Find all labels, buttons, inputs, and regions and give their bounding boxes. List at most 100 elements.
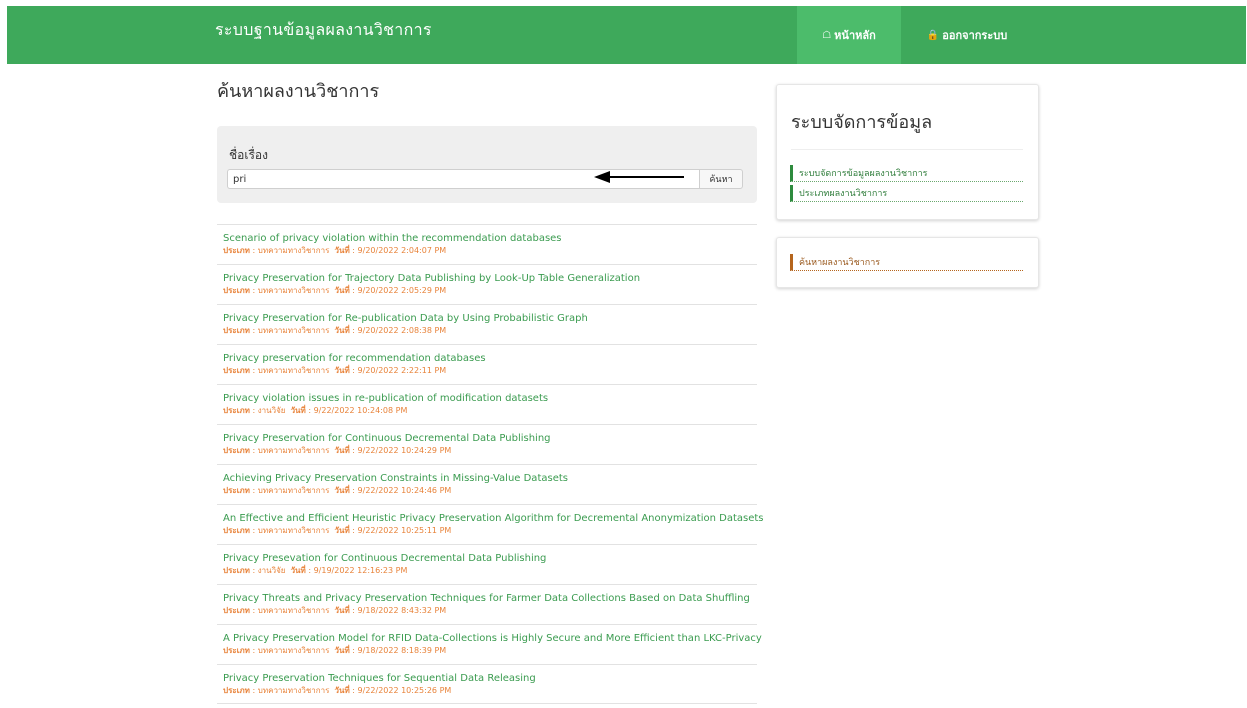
result-meta: ประเภท : บทความทางวิชาการ วันที่ : 9/20/…	[223, 326, 447, 335]
nav-home-label: หน้าหลัก	[834, 29, 876, 42]
result-meta: ประเภท : บทความทางวิชาการ วันที่ : 9/18/…	[223, 646, 447, 655]
list-item: Privacy violation issues in re-publicati…	[217, 384, 757, 424]
result-title-link[interactable]: Privacy Preservation for Continuous Decr…	[223, 432, 757, 445]
result-meta: ประเภท : บทความทางวิชาการ วันที่ : 9/20/…	[223, 246, 447, 255]
list-item: Privacy Preservation for Trajectory Data…	[217, 264, 757, 304]
result-title-link[interactable]: Privacy Preservation for Trajectory Data…	[223, 272, 757, 285]
top-navbar: ระบบฐานข้อมูลผลงานวิชาการ ☖ หน้าหลัก 🔒 อ…	[7, 6, 1246, 64]
meta-date-label: วันที่	[334, 486, 350, 495]
meta-type-value: บทความทางวิชาการ	[257, 446, 330, 455]
meta-type-label: ประเภท	[223, 526, 250, 535]
result-meta: ประเภท : บทความทางวิชาการ วันที่ : 9/22/…	[223, 446, 452, 455]
sidebar-link-work-types[interactable]: ประเภทผลงานวิชาการ	[790, 185, 1023, 202]
list-item: Privacy Presevation for Continuous Decre…	[217, 544, 757, 584]
search-link-panel: ค้นหาผลงานวิชาการ	[776, 237, 1039, 288]
meta-type-value: บทความทางวิชาการ	[257, 326, 330, 335]
meta-type-value: บทความทางวิชาการ	[257, 246, 330, 255]
result-title-link[interactable]: Privacy Preservation Techniques for Sequ…	[223, 672, 757, 685]
result-meta: ประเภท : บทความทางวิชาการ วันที่ : 9/20/…	[223, 366, 447, 375]
list-item: Privacy Preservation Techniques for Sequ…	[217, 664, 757, 704]
meta-type-label: ประเภท	[223, 646, 250, 655]
management-panel: ระบบจัดการข้อมูล ระบบจัดการข้อมูลผลงานวิ…	[776, 84, 1039, 220]
result-title-link[interactable]: Scenario of privacy violation within the…	[223, 232, 757, 245]
meta-date-label: วันที่	[334, 326, 350, 335]
meta-date-value: 9/20/2022 2:08:38 PM	[357, 326, 447, 335]
result-meta: ประเภท : งานวิจัย วันที่ : 9/19/2022 12:…	[223, 566, 408, 575]
meta-type-label: ประเภท	[223, 406, 250, 415]
meta-date-label: วันที่	[334, 526, 350, 535]
meta-date-label: วันที่	[334, 246, 350, 255]
meta-date-label: วันที่	[290, 406, 306, 415]
list-item: Privacy Threats and Privacy Preservation…	[217, 584, 757, 624]
meta-date-label: วันที่	[334, 646, 350, 655]
meta-date-value: 9/18/2022 8:43:32 PM	[357, 606, 447, 615]
meta-date-value: 9/22/2022 10:25:26 PM	[357, 686, 452, 695]
nav-logout-label: ออกจากระบบ	[942, 29, 1008, 42]
result-meta: ประเภท : งานวิจัย วันที่ : 9/22/2022 10:…	[223, 406, 408, 415]
meta-date-value: 9/22/2022 10:24:46 PM	[357, 486, 452, 495]
meta-type-value: งานวิจัย	[257, 566, 286, 575]
meta-type-label: ประเภท	[223, 246, 250, 255]
result-title-link[interactable]: Achieving Privacy Preservation Constrain…	[223, 472, 757, 485]
meta-type-value: บทความทางวิชาการ	[257, 286, 330, 295]
meta-date-label: วันที่	[334, 366, 350, 375]
site-brand[interactable]: ระบบฐานข้อมูลผลงานวิชาการ	[215, 18, 432, 43]
meta-date-value: 9/20/2022 2:22:11 PM	[357, 366, 447, 375]
meta-type-value: บทความทางวิชาการ	[257, 646, 330, 655]
list-item: A Privacy Preservation Model for RFID Da…	[217, 624, 762, 664]
list-item: An Effective and Efficient Heuristic Pri…	[217, 504, 764, 544]
result-meta: ประเภท : บทความทางวิชาการ วันที่ : 9/22/…	[223, 526, 452, 535]
meta-date-label: วันที่	[290, 566, 306, 575]
nav-logout[interactable]: 🔒 ออกจากระบบ	[911, 6, 1023, 64]
sidebar-link-search[interactable]: ค้นหาผลงานวิชาการ	[790, 254, 1023, 271]
meta-date-value: 9/18/2022 8:18:39 PM	[357, 646, 447, 655]
meta-date-value: 9/22/2022 10:25:11 PM	[357, 526, 452, 535]
meta-type-label: ประเภท	[223, 366, 250, 375]
list-item: Achieving Privacy Preservation Constrain…	[217, 464, 757, 504]
result-meta: ประเภท : บทความทางวิชาการ วันที่ : 9/18/…	[223, 606, 447, 615]
sidebar-link-manage-works[interactable]: ระบบจัดการข้อมูลผลงานวิชาการ	[790, 165, 1023, 182]
meta-date-value: 9/20/2022 2:05:29 PM	[357, 286, 447, 295]
meta-type-value: บทความทางวิชาการ	[257, 366, 330, 375]
result-title-link[interactable]: Privacy preservation for recommendation …	[223, 352, 757, 365]
result-title-link[interactable]: Privacy Presevation for Continuous Decre…	[223, 552, 757, 565]
meta-type-label: ประเภท	[223, 566, 250, 575]
home-icon: ☖	[822, 29, 832, 41]
meta-type-value: บทความทางวิชาการ	[257, 606, 330, 615]
meta-date-value: 9/20/2022 2:04:07 PM	[357, 246, 447, 255]
meta-type-label: ประเภท	[223, 606, 250, 615]
meta-date-label: วันที่	[334, 606, 350, 615]
meta-type-label: ประเภท	[223, 286, 250, 295]
search-label: ชื่อเรื่อง	[229, 148, 268, 162]
list-item: Privacy Preservation for Re-publication …	[217, 304, 757, 344]
meta-type-value: บทความทางวิชาการ	[257, 486, 330, 495]
result-meta: ประเภท : บทความทางวิชาการ วันที่ : 9/20/…	[223, 286, 447, 295]
result-meta: ประเภท : บทความทางวิชาการ วันที่ : 9/22/…	[223, 686, 452, 695]
list-item: Privacy Preservation for Continuous Decr…	[217, 424, 757, 464]
meta-date-label: วันที่	[334, 446, 350, 455]
search-button[interactable]: ค้นหา	[699, 169, 743, 189]
result-title-link[interactable]: A Privacy Preservation Model for RFID Da…	[223, 632, 762, 645]
meta-date-label: วันที่	[334, 686, 350, 695]
results-list: Scenario of privacy violation within the…	[217, 224, 764, 704]
meta-type-label: ประเภท	[223, 486, 250, 495]
meta-date-value: 9/22/2022 10:24:08 PM	[313, 406, 408, 415]
annotation-arrow	[594, 171, 684, 183]
result-title-link[interactable]: Privacy violation issues in re-publicati…	[223, 392, 757, 405]
lock-icon: 🔒	[926, 29, 940, 41]
list-item: Privacy preservation for recommendation …	[217, 344, 757, 384]
meta-type-value: บทความทางวิชาการ	[257, 526, 330, 535]
meta-type-value: งานวิจัย	[257, 406, 286, 415]
result-title-link[interactable]: Privacy Preservation for Re-publication …	[223, 312, 757, 325]
meta-date-label: วันที่	[334, 286, 350, 295]
search-panel: ชื่อเรื่อง ค้นหา	[217, 126, 757, 203]
divider	[791, 149, 1023, 150]
list-item: Scenario of privacy violation within the…	[217, 224, 757, 264]
meta-type-label: ประเภท	[223, 446, 250, 455]
meta-date-value: 9/22/2022 10:24:29 PM	[357, 446, 452, 455]
result-title-link[interactable]: An Effective and Efficient Heuristic Pri…	[223, 512, 764, 525]
result-title-link[interactable]: Privacy Threats and Privacy Preservation…	[223, 592, 757, 605]
page-title: ค้นหาผลงานวิชาการ	[217, 81, 380, 102]
meta-type-label: ประเภท	[223, 326, 250, 335]
nav-home[interactable]: ☖ หน้าหลัก	[797, 6, 901, 64]
